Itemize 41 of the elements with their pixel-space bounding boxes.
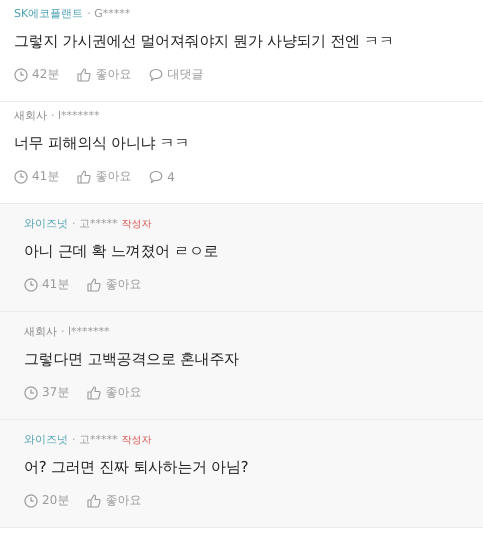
thumbs-up-icon xyxy=(77,170,92,184)
thumbs-up-icon xyxy=(87,386,102,400)
like-button[interactable]: 좋아요 xyxy=(77,66,132,83)
company-name[interactable]: SK에코플랜트 xyxy=(14,6,84,21)
clock-icon xyxy=(14,68,28,82)
comment-text: 아니 근데 확 느껴졌어 ㄹㅇ로 xyxy=(24,241,220,262)
comment-text: 그렇다면 고백공격으로 혼내주자 xyxy=(24,349,240,370)
time-label: 20분 xyxy=(42,492,70,509)
company-name[interactable]: 새회사 xyxy=(14,108,47,123)
speech-bubble-icon xyxy=(149,68,164,82)
time-label: 41분 xyxy=(42,276,70,293)
thumbs-up-icon xyxy=(87,494,102,508)
company-name[interactable]: 와이즈넛 xyxy=(24,432,68,447)
reply-button[interactable]: 대댓글 xyxy=(149,66,204,83)
user-name: · G***** xyxy=(87,7,130,20)
clock-icon xyxy=(24,494,38,508)
user-name: · l******* xyxy=(51,109,100,122)
comment-text: 그렇지 가시권에선 멀어져줘야지 뭔가 사냥되기 전엔 ㅋㅋ xyxy=(14,31,395,52)
thumbs-up-icon xyxy=(77,68,92,82)
time-label: 41분 xyxy=(32,168,60,185)
thumbs-up-icon xyxy=(87,278,102,292)
clock-icon xyxy=(24,386,38,400)
like-button[interactable]: 좋아요 xyxy=(87,384,142,401)
like-button[interactable]: 좋아요 xyxy=(87,276,142,293)
reply-button[interactable]: 4 xyxy=(149,170,175,184)
like-button[interactable]: 좋아요 xyxy=(87,492,142,509)
time-label: 37분 xyxy=(42,384,70,401)
comment-text: 너무 피해의식 아니냐 ㅋㅋ xyxy=(14,133,190,154)
author-tag: 작성자 xyxy=(122,433,152,447)
user-name: · l******* xyxy=(61,325,110,338)
speech-bubble-icon xyxy=(149,170,164,184)
company-name[interactable]: 와이즈넛 xyxy=(24,216,68,231)
comment-text: 어? 그러면 진짜 퇴사하는거 아님? xyxy=(24,457,250,478)
user-name: · 고***** xyxy=(72,216,118,231)
company-name[interactable]: 새회사 xyxy=(24,324,57,339)
user-name: · 고***** xyxy=(72,432,118,447)
like-button[interactable]: 좋아요 xyxy=(77,168,132,185)
clock-icon xyxy=(14,170,28,184)
clock-icon xyxy=(24,278,38,292)
time-label: 42분 xyxy=(32,66,60,83)
author-tag: 작성자 xyxy=(122,217,152,231)
